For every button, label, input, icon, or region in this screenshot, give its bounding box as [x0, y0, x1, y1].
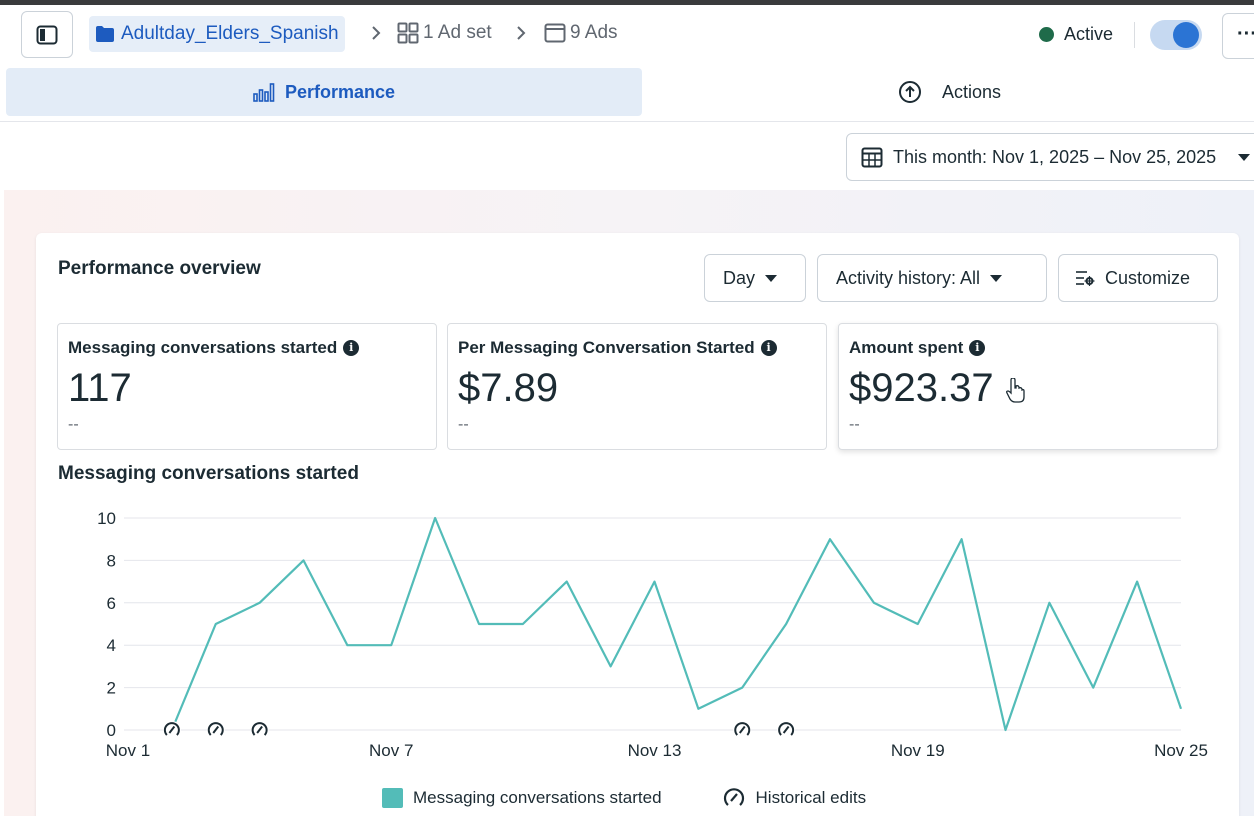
legend-label-series: Messaging conversations started [413, 788, 662, 807]
historical-edit-marker[interactable] [733, 721, 752, 739]
status-dot [1039, 27, 1054, 42]
historical-edit-marker[interactable] [250, 721, 269, 739]
metric-label-row: Per Messaging Conversation Started i [458, 338, 777, 358]
breadcrumb-ad-set[interactable]: 1 Ad set [397, 22, 492, 44]
historical-edit-marker[interactable] [206, 721, 225, 739]
more-options-button[interactable]: ··· [1222, 13, 1254, 59]
date-range-picker[interactable]: This month: Nov 1, 2025 – Nov 25, 2025 [846, 133, 1254, 181]
bar-chart-icon [253, 83, 275, 102]
metric-label: Amount spent [849, 338, 964, 357]
legend-swatch [382, 788, 403, 808]
customize-settings-icon [1076, 271, 1095, 286]
legend-label-edits: Historical edits [755, 788, 867, 807]
metric-card-amount-spent[interactable]: Amount spent i $923.37 -- [838, 323, 1218, 450]
metric-label: Messaging conversations started [68, 338, 338, 357]
breadcrumb-campaign[interactable]: Adultday_Elders_Spanish [89, 16, 345, 52]
info-icon[interactable]: i [343, 340, 360, 356]
ad-window-icon [544, 23, 566, 43]
info-icon[interactable]: i [760, 340, 777, 356]
toggle-panel-button[interactable] [21, 11, 73, 58]
chevron-right-icon [517, 26, 526, 40]
sidebar-panel-icon [36, 25, 58, 44]
metric-label: Per Messaging Conversation Started [458, 338, 755, 357]
x-tick-label: Nov 13 [628, 741, 682, 760]
tab-actions[interactable]: Actions [645, 68, 1254, 116]
historical-edit-marker[interactable] [162, 721, 181, 739]
chevron-right-icon [372, 26, 381, 40]
customize-button[interactable]: Customize [1058, 254, 1218, 302]
chevron-down-icon [765, 274, 778, 282]
calendar-icon [861, 147, 883, 168]
date-range-label: This month: Nov 1, 2025 – Nov 25, 2025 [893, 146, 1217, 167]
chart-legend: Messaging conversations started Historic… [382, 786, 866, 810]
tab-performance[interactable]: Performance [6, 68, 642, 116]
activity-history-dropdown[interactable]: Activity history: All [817, 254, 1047, 302]
arrow-up-circle-icon [898, 81, 921, 103]
metric-comparison: -- [458, 416, 469, 433]
tab-performance-label: Performance [284, 81, 396, 102]
y-tick-label: 0 [107, 721, 116, 740]
y-tick-label: 8 [107, 551, 116, 570]
active-toggle[interactable] [1150, 20, 1202, 50]
toggle-knob [1173, 22, 1199, 48]
status-indicator: Active [1039, 24, 1113, 45]
y-tick-label: 6 [107, 594, 116, 613]
tab-bar: Performance Actions [0, 68, 1254, 122]
historical-edit-marker[interactable] [777, 721, 796, 739]
y-tick-label: 4 [107, 636, 116, 655]
x-tick-label: Nov 7 [369, 741, 413, 760]
ad-set-label: 1 Ad set [423, 22, 492, 43]
series-line [170, 516, 1183, 732]
ads-label: 9 Ads [570, 22, 618, 43]
chart-title: Messaging conversations started [58, 463, 359, 484]
status-label: Active [1064, 24, 1114, 44]
metric-value: 117 [68, 366, 132, 410]
divider [1134, 22, 1135, 48]
granularity-label: Day [723, 267, 756, 288]
campaign-name: Adultday_Elders_Spanish [121, 23, 339, 44]
overview-title: Performance overview [58, 258, 261, 279]
folder-icon [96, 26, 114, 42]
metric-comparison: -- [68, 416, 79, 433]
x-tick-label: Nov 25 [1154, 741, 1208, 760]
tab-actions-label: Actions [941, 81, 1002, 102]
granularity-dropdown[interactable]: Day [704, 254, 806, 302]
x-tick-label: Nov 19 [891, 741, 945, 760]
hand-cursor-icon [1006, 378, 1025, 403]
breadcrumb-ads[interactable]: 9 Ads [544, 22, 618, 44]
performance-overview-card: Performance overview Day Activity histor… [36, 233, 1239, 816]
metric-label-row: Amount spent i [849, 338, 986, 358]
y-tick-label: 10 [97, 509, 116, 528]
metric-value: $923.37 [849, 366, 994, 410]
activity-history-label: Activity history: All [836, 267, 981, 288]
line-chart: 0 2 4 6 8 10 Nov 1 Nov 7 Nov 13 Nov 19 Nov 25 [97, 509, 1208, 760]
chevron-down-icon [990, 274, 1003, 282]
historical-edit-icon [723, 788, 744, 806]
metric-value: $7.89 [458, 366, 559, 410]
metric-card-cost-per-conversation[interactable]: Per Messaging Conversation Started i $7.… [447, 323, 827, 450]
grid-icon [397, 22, 419, 44]
chevron-down-icon [1238, 153, 1251, 161]
metric-label-row: Messaging conversations started i [68, 338, 360, 358]
customize-label: Customize [1105, 267, 1191, 288]
x-tick-label: Nov 1 [106, 741, 150, 760]
info-icon[interactable]: i [969, 340, 986, 356]
y-tick-label: 2 [107, 679, 116, 698]
metric-comparison: -- [849, 416, 860, 433]
metric-card-conversations[interactable]: Messaging conversations started i 117 -- [57, 323, 437, 450]
header: Adultday_Elders_Spanish 1 Ad set 9 Ads A… [0, 5, 1254, 65]
more-icon: ··· [1237, 23, 1254, 45]
